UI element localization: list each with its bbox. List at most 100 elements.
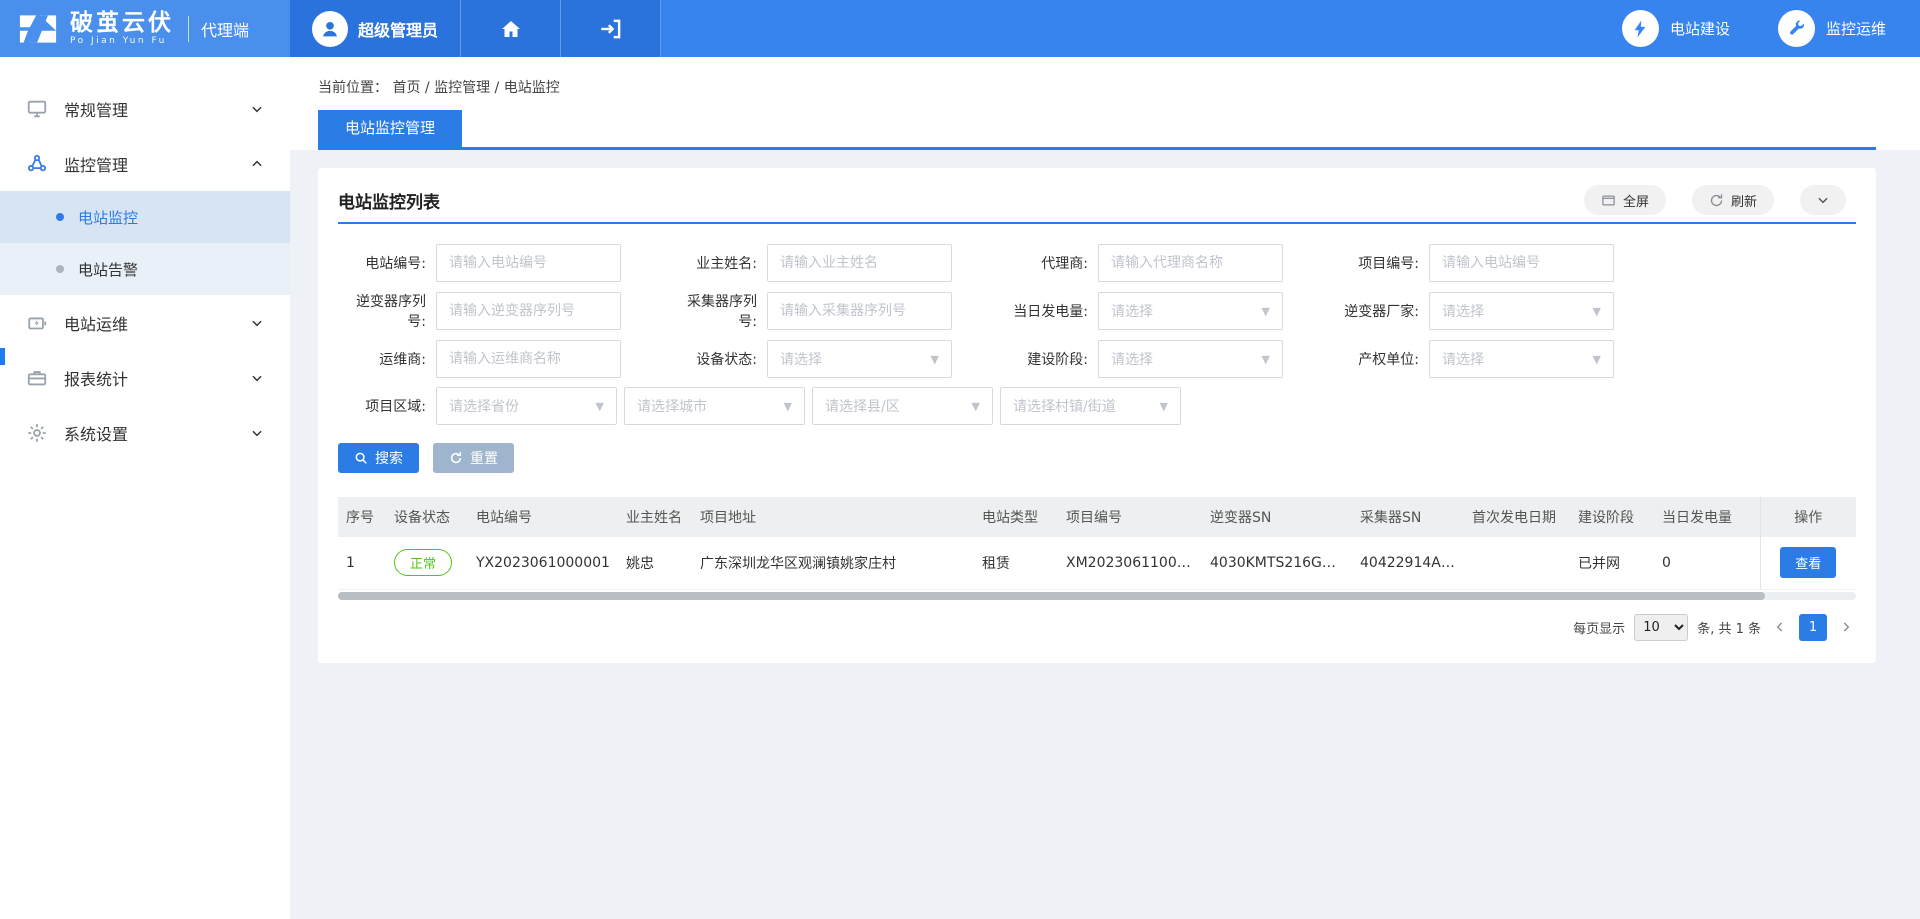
panel-tools: 全屏 刷新 bbox=[1584, 185, 1856, 215]
reset-label: 重置 bbox=[470, 448, 498, 468]
sidebar-item-station-ops[interactable]: 电站运维 bbox=[0, 295, 290, 350]
person-icon bbox=[319, 18, 341, 40]
battery-icon bbox=[26, 312, 48, 334]
sidebar-item-monitor-management[interactable]: 监控管理 bbox=[0, 136, 290, 191]
sidebar-item-system-settings[interactable]: 系统设置 bbox=[0, 405, 290, 460]
fullscreen-icon bbox=[1601, 193, 1616, 208]
cell-project-no: XM2023061100001 bbox=[1058, 537, 1202, 589]
cell-station-no: YX2023061000001 bbox=[468, 537, 618, 589]
field-label: 逆变器序列号: bbox=[338, 291, 436, 331]
reset-button[interactable]: 重置 bbox=[433, 443, 514, 473]
city-select[interactable]: 请选择城市 ▼ bbox=[624, 387, 805, 425]
breadcrumb-prefix: 当前位置： bbox=[318, 80, 388, 96]
device-status-select[interactable]: 请选择 ▼ bbox=[767, 340, 952, 378]
breadcrumb-station-monitor[interactable]: 电站监控 bbox=[504, 80, 560, 96]
table-row: 1 正常 YX2023061000001 姚忠 广东深圳龙华区观澜镇姚家庄村 租… bbox=[338, 537, 1856, 589]
cell-owner: 姚忠 bbox=[618, 537, 692, 589]
chevron-right-icon bbox=[1839, 620, 1853, 634]
search-button[interactable]: 搜索 bbox=[338, 443, 419, 473]
cell-stage: 已并网 bbox=[1570, 537, 1654, 589]
monitor-icon bbox=[26, 98, 48, 120]
station-no-input[interactable] bbox=[436, 244, 621, 282]
chevron-left-icon bbox=[1773, 620, 1787, 634]
ops-provider-input[interactable] bbox=[436, 340, 621, 378]
col-header-first-power-date: 首次发电日期 bbox=[1464, 497, 1570, 537]
logout-icon bbox=[598, 16, 624, 42]
tab-bar: 电站监控管理 bbox=[318, 110, 1876, 150]
sidebar-item-general-management[interactable]: 常规管理 bbox=[0, 81, 290, 136]
field-label: 逆变器厂家: bbox=[1331, 301, 1429, 321]
station-table: 序号 设备状态 电站编号 业主姓名 项目地址 电站类型 项目编号 逆变器SN 采… bbox=[338, 497, 1856, 600]
caret-down-icon: ▼ bbox=[784, 400, 792, 413]
owner-name-input[interactable] bbox=[767, 244, 952, 282]
portal-label: 代理端 bbox=[201, 17, 249, 41]
sidebar-subitem-station-alarm[interactable]: 电站告警 bbox=[0, 243, 290, 295]
col-header-actions: 操作 bbox=[1760, 497, 1856, 537]
agent-input[interactable] bbox=[1098, 244, 1283, 282]
per-page-select[interactable]: 10 bbox=[1634, 614, 1688, 641]
breadcrumb-separator: / bbox=[495, 80, 500, 96]
county-select[interactable]: 请选择县/区 ▼ bbox=[812, 387, 993, 425]
logout-button[interactable] bbox=[561, 0, 661, 57]
town-select[interactable]: 请选择村镇/街道 ▼ bbox=[1000, 387, 1181, 425]
cell-inverter-sn: 4030KMTS216G0213... bbox=[1202, 537, 1352, 589]
status-badge: 正常 bbox=[394, 549, 452, 576]
select-placeholder: 请选择省份 bbox=[449, 396, 519, 416]
breadcrumb-home[interactable]: 首页 bbox=[392, 80, 420, 96]
chevron-down-icon bbox=[250, 426, 264, 440]
cell-first-power-date bbox=[1464, 537, 1570, 589]
search-icon bbox=[354, 451, 368, 465]
fullscreen-button[interactable]: 全屏 bbox=[1584, 185, 1666, 215]
top-header: 破茧云伏 Po Jian Yun Fu 代理端 超级管理员 bbox=[0, 0, 1920, 57]
inverter-sn-input[interactable] bbox=[436, 292, 621, 330]
col-header-type: 电站类型 bbox=[974, 497, 1058, 537]
breadcrumb-separator: / bbox=[425, 80, 430, 96]
refresh-button[interactable]: 刷新 bbox=[1692, 185, 1774, 215]
nav-monitor-ops[interactable]: 监控运维 bbox=[1778, 10, 1886, 47]
sidebar-item-label: 常规管理 bbox=[64, 97, 128, 121]
reset-icon bbox=[449, 451, 463, 465]
next-page-button[interactable] bbox=[1836, 620, 1856, 634]
field-label: 项目编号: bbox=[1331, 253, 1429, 273]
select-placeholder: 请选择 bbox=[1442, 301, 1484, 321]
field-label: 设备状态: bbox=[669, 349, 767, 369]
home-icon bbox=[499, 17, 523, 41]
scrollbar-thumb[interactable] bbox=[338, 592, 1765, 600]
bullet-dot-icon bbox=[56, 265, 64, 273]
project-no-input[interactable] bbox=[1429, 244, 1614, 282]
breadcrumb-monitor-management[interactable]: 监控管理 bbox=[434, 80, 490, 96]
cell-daily-power: 0 bbox=[1654, 537, 1760, 589]
user-menu[interactable]: 超级管理员 bbox=[290, 0, 461, 57]
province-select[interactable]: 请选择省份 ▼ bbox=[436, 387, 617, 425]
topbar: 当前位置： 首页 / 监控管理 / 电站监控 电站监控管理 bbox=[290, 57, 1920, 150]
cell-type: 租赁 bbox=[974, 537, 1058, 589]
col-header-owner: 业主姓名 bbox=[618, 497, 692, 537]
sidebar-subitem-station-monitor[interactable]: 电站监控 bbox=[0, 191, 290, 243]
page-number-button[interactable]: 1 bbox=[1799, 614, 1827, 641]
brand-subtitle: Po Jian Yun Fu bbox=[70, 37, 174, 46]
sidebar-scrollbar-thumb[interactable] bbox=[0, 348, 5, 365]
field-label: 项目区域: bbox=[338, 396, 436, 416]
refresh-icon bbox=[1709, 193, 1724, 208]
inverter-vendor-select[interactable]: 请选择 ▼ bbox=[1429, 292, 1614, 330]
caret-down-icon: ▼ bbox=[596, 400, 604, 413]
home-button[interactable] bbox=[461, 0, 561, 57]
construction-stage-select[interactable]: 请选择 ▼ bbox=[1098, 340, 1283, 378]
view-button[interactable]: 查看 bbox=[1780, 547, 1836, 578]
field-label: 运维商: bbox=[338, 349, 436, 369]
col-header-inverter-sn: 逆变器SN bbox=[1202, 497, 1352, 537]
sidebar-item-report-statistics[interactable]: 报表统计 bbox=[0, 350, 290, 405]
nav-station-build[interactable]: 电站建设 bbox=[1622, 10, 1730, 47]
wrench-icon bbox=[1778, 10, 1815, 47]
total-count-label: 条, 共 1 条 bbox=[1697, 618, 1761, 637]
daily-power-select[interactable]: 请选择 ▼ bbox=[1098, 292, 1283, 330]
tab-station-monitor-management[interactable]: 电站监控管理 bbox=[318, 110, 462, 147]
property-unit-select[interactable]: 请选择 ▼ bbox=[1429, 340, 1614, 378]
search-label: 搜索 bbox=[375, 448, 403, 468]
collapse-toggle-button[interactable] bbox=[1800, 185, 1846, 215]
collector-sn-input[interactable] bbox=[767, 292, 952, 330]
select-placeholder: 请选择县/区 bbox=[825, 396, 900, 416]
col-header-station-no: 电站编号 bbox=[468, 497, 618, 537]
prev-page-button[interactable] bbox=[1770, 620, 1790, 634]
select-placeholder: 请选择村镇/街道 bbox=[1013, 396, 1116, 416]
